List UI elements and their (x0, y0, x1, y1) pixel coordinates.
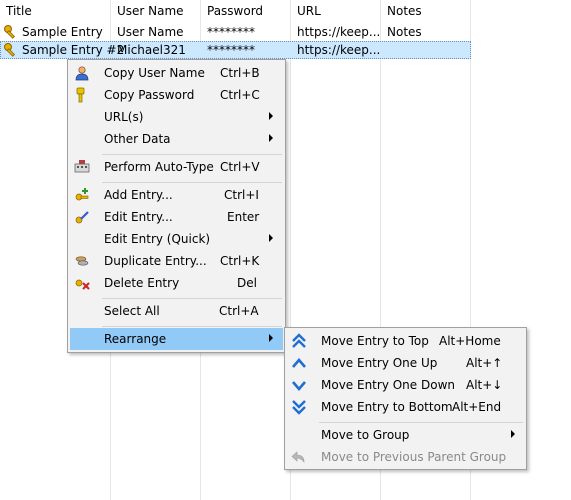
context-menu: Copy User Name Ctrl+B Copy Password Ctrl… (67, 59, 286, 353)
rearrange-submenu: Move Entry to Top Alt+Home Move Entry On… (284, 327, 527, 470)
header-notes[interactable]: Notes (387, 4, 422, 18)
menu-shortcut: Ctrl+V (220, 160, 260, 174)
submenu-arrow-icon (269, 234, 273, 242)
move-up-icon (292, 358, 306, 368)
menu-separator (102, 182, 282, 183)
menu-label: Duplicate Entry... (104, 254, 207, 268)
table-header: Title User Name Password URL Notes (0, 0, 471, 22)
duplicate-entry-icon (75, 256, 89, 266)
submenu-arrow-icon (511, 430, 515, 438)
move-down-icon (292, 381, 306, 391)
menu-shortcut: Ctrl+I (224, 188, 259, 202)
menu-shortcut: Ctrl+K (220, 254, 260, 268)
menu-item-move-up[interactable]: Move Entry One Up Alt+↑ (287, 352, 524, 374)
key-icon (76, 87, 85, 103)
menu-item-delete-entry[interactable]: Delete Entry Del (70, 272, 283, 294)
cell-url: https://keep... (297, 25, 381, 39)
menu-item-select-all[interactable]: Select All Ctrl+A (70, 300, 283, 322)
menu-label: Perform Auto-Type (104, 160, 214, 174)
menu-label: Rearrange (104, 332, 167, 346)
header-password[interactable]: Password (207, 4, 263, 18)
menu-item-edit-entry[interactable]: Edit Entry... Enter (70, 206, 283, 228)
menu-item-move-top[interactable]: Move Entry to Top Alt+Home (287, 330, 524, 352)
menu-shortcut: Alt+Home (439, 334, 501, 348)
menu-separator (102, 154, 282, 155)
menu-separator (319, 422, 523, 423)
menu-label: Move Entry to Bottom (321, 400, 453, 414)
delete-entry-icon (75, 279, 90, 290)
menu-label: Copy Password (104, 88, 195, 102)
menu-label: Move to Group (321, 428, 410, 442)
table-row-selected[interactable]: Sample Entry #2 Michael321 ******** http… (0, 41, 471, 59)
menu-label: Move Entry to Top (321, 334, 429, 348)
menu-shortcut: Alt+End (452, 400, 502, 414)
menu-item-move-previous-parent[interactable]: Move to Previous Parent Group (287, 446, 524, 468)
menu-shortcut: Alt+↓ (466, 378, 503, 392)
menu-separator (102, 298, 282, 299)
menu-item-copy-username[interactable]: Copy User Name Ctrl+B (70, 62, 283, 84)
key-icon (4, 43, 16, 57)
menu-label: Add Entry... (104, 188, 173, 202)
menu-item-add-entry[interactable]: Add Entry... Ctrl+I (70, 184, 283, 206)
menu-item-auto-type[interactable]: Perform Auto-Type Ctrl+V (70, 156, 283, 178)
menu-shortcut: Enter (227, 210, 260, 224)
menu-shortcut: Ctrl+A (219, 304, 259, 318)
menu-shortcut: Alt+↑ (466, 356, 503, 370)
menu-label: Delete Entry (104, 276, 180, 290)
menu-item-other-data[interactable]: Other Data (70, 128, 283, 150)
menu-shortcut: Ctrl+C (220, 88, 260, 102)
menu-item-copy-password[interactable]: Copy Password Ctrl+C (70, 84, 283, 106)
menu-shortcut: Ctrl+B (220, 66, 260, 80)
menu-label: Copy User Name (104, 66, 205, 80)
menu-shortcut: Del (237, 276, 257, 290)
header-url[interactable]: URL (297, 4, 321, 18)
menu-item-urls[interactable]: URL(s) (70, 106, 283, 128)
menu-item-move-bottom[interactable]: Move Entry to Bottom Alt+End (287, 396, 524, 418)
submenu-arrow-icon (269, 334, 273, 342)
submenu-arrow-icon (269, 112, 273, 120)
key-icon (4, 25, 16, 39)
cell-username: User Name (117, 25, 184, 39)
menu-item-move-to-group[interactable]: Move to Group (287, 424, 524, 446)
cell-notes: Notes (387, 25, 422, 39)
header-title[interactable]: Title (6, 4, 32, 18)
menu-label: Move to Previous Parent Group (321, 450, 507, 464)
back-arrow-icon (291, 451, 305, 463)
keyboard-icon (74, 160, 90, 173)
menu-label: Select All (104, 304, 160, 318)
menu-label: Edit Entry... (104, 210, 173, 224)
cell-title: Sample Entry (22, 25, 103, 39)
cell-url: https://keep... (297, 43, 381, 57)
menu-label: Move Entry One Down (321, 378, 455, 392)
edit-entry-icon (75, 211, 89, 224)
move-bottom-icon (292, 400, 306, 415)
add-entry-icon (75, 188, 89, 201)
menu-item-edit-entry-quick[interactable]: Edit Entry (Quick) (70, 228, 283, 250)
menu-item-duplicate-entry[interactable]: Duplicate Entry... Ctrl+K (70, 250, 283, 272)
menu-separator (102, 326, 282, 327)
submenu-arrow-icon (269, 134, 273, 142)
menu-label: URL(s) (104, 110, 144, 124)
menu-item-rearrange[interactable]: Rearrange (70, 328, 283, 350)
cell-username: Michael321 (117, 43, 186, 57)
cell-password: ******** (207, 43, 255, 57)
menu-label: Other Data (104, 132, 171, 146)
move-top-icon (292, 333, 306, 348)
user-icon (75, 66, 89, 81)
menu-label: Move Entry One Up (321, 356, 438, 370)
header-username[interactable]: User Name (117, 4, 184, 18)
cell-password: ******** (207, 25, 255, 39)
menu-label: Edit Entry (Quick) (104, 232, 211, 246)
menu-item-move-down[interactable]: Move Entry One Down Alt+↓ (287, 374, 524, 396)
cell-title: Sample Entry #2 (22, 43, 125, 57)
table-row[interactable]: Sample Entry User Name ******** https://… (0, 23, 471, 41)
